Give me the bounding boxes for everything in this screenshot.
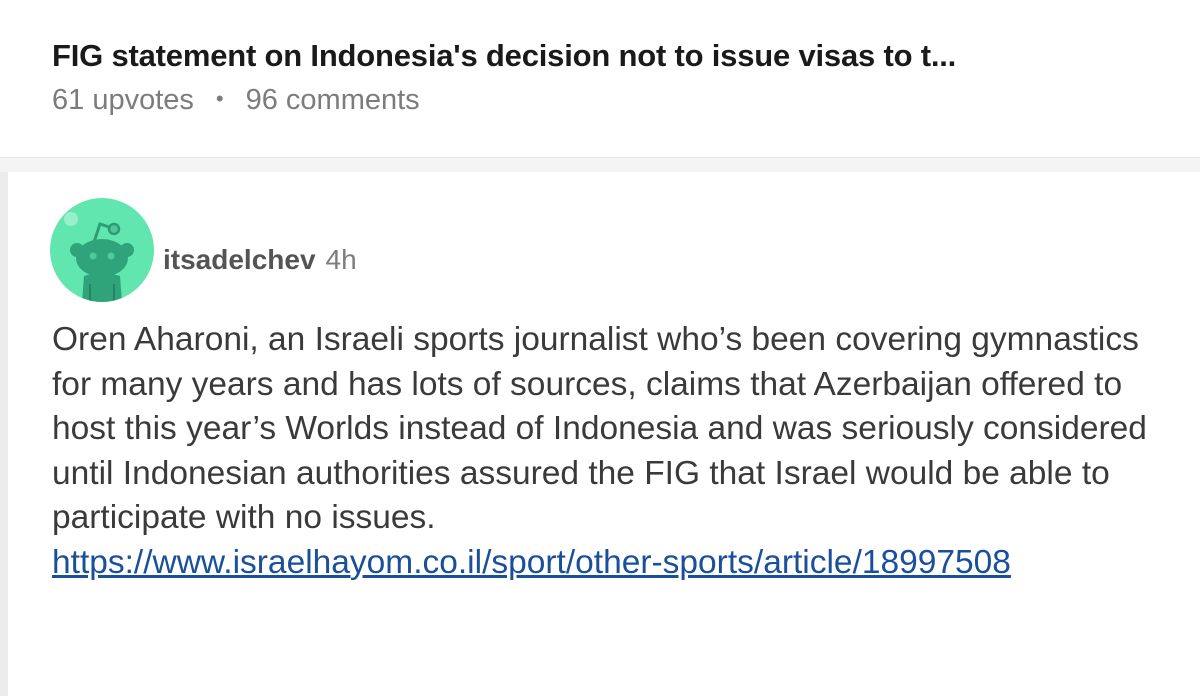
comment-count: 96 comments <box>245 84 420 116</box>
comment-header: itsadelchev 4h <box>163 244 357 276</box>
reddit-snoo-avatar-icon[interactable] <box>50 198 154 302</box>
post-header[interactable]: FIG statement on Indonesia's decision no… <box>0 0 1200 157</box>
comment-text: Oren Aharoni, an Israeli sports journali… <box>52 321 1147 536</box>
post-title[interactable]: FIG statement on Indonesia's decision no… <box>52 38 1152 74</box>
comment-username[interactable]: itsadelchev <box>163 244 316 276</box>
section-divider <box>0 157 1200 172</box>
comment-timestamp: 4h <box>325 244 357 275</box>
upvote-count: 61 upvotes <box>52 84 194 116</box>
snoo-icon <box>64 212 134 302</box>
article-link[interactable]: https://www.israelhayom.co.il/sport/othe… <box>52 541 1052 586</box>
meta-separator: • <box>215 85 224 111</box>
comment: itsadelchev 4h Oren Aharoni, an Israeli … <box>0 172 1200 696</box>
comment-body: Oren Aharoni, an Israeli sports journali… <box>52 318 1172 585</box>
post-meta: 61 upvotes • 96 comments <box>52 84 420 117</box>
